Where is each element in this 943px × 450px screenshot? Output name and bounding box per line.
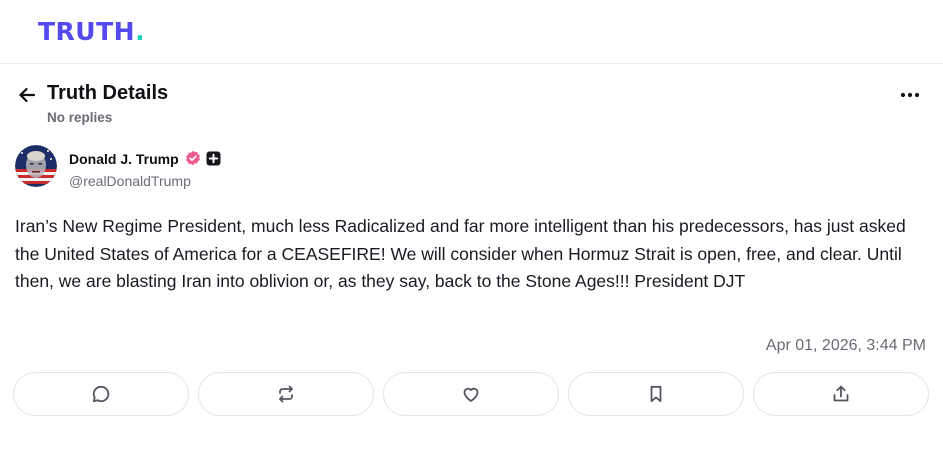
page-header: Truth Details No replies [0, 76, 943, 136]
reply-button[interactable] [13, 372, 189, 416]
share-button[interactable] [753, 372, 929, 416]
post-actions [13, 372, 929, 416]
logo-dot: . [135, 17, 146, 46]
reply-count: No replies [47, 110, 113, 125]
arrow-left-icon [19, 87, 36, 103]
post-timestamp[interactable]: Apr 01, 2026, 3:44 PM [766, 337, 926, 355]
retruth-button[interactable] [198, 372, 374, 416]
author-display-name[interactable]: Donald J. Trump [69, 151, 179, 167]
post-author: Donald J. Trump @realDonaldTrump [15, 145, 415, 191]
share-icon [833, 385, 849, 402]
bookmark-button[interactable] [568, 372, 744, 416]
like-button[interactable] [383, 372, 559, 416]
truth-social-logo[interactable]: TRUTH. [38, 17, 145, 46]
heart-icon [463, 387, 479, 402]
logo-text: TRUTH [38, 17, 136, 46]
back-button[interactable] [14, 82, 40, 108]
repost-icon [279, 385, 293, 403]
avatar-image [15, 145, 57, 187]
post-body: Iran’s New Regime President, much less R… [15, 216, 906, 291]
avatar[interactable] [15, 145, 57, 187]
verified-badge-icon [186, 150, 200, 166]
author-handle[interactable]: @realDonaldTrump [69, 173, 191, 189]
more-horizontal-icon [900, 92, 920, 98]
bookmark-icon [650, 385, 662, 403]
top-bar: TRUTH. [0, 0, 943, 64]
author-badges [185, 150, 221, 166]
comment-icon [92, 385, 110, 403]
more-options-button[interactable] [897, 82, 923, 108]
plus-badge-icon [206, 151, 221, 165]
page-title: Truth Details [47, 82, 169, 104]
